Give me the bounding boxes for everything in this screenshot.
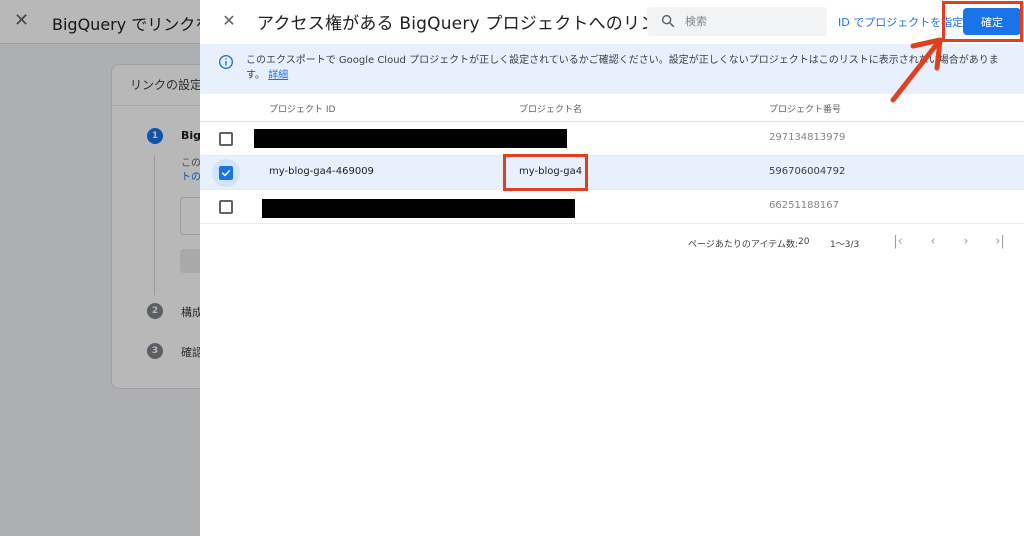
column-header-project-id[interactable]: プロジェクト ID bbox=[269, 102, 335, 115]
table-row[interactable]: my-blog-ga4-469009 my-blog-ga4 596706004… bbox=[200, 156, 1024, 190]
close-icon[interactable]: ✕ bbox=[219, 11, 239, 31]
annotation-highlight-project-name bbox=[503, 154, 588, 191]
search-icon bbox=[661, 14, 675, 28]
annotation-arrow-icon bbox=[890, 37, 943, 103]
column-header-project-name[interactable]: プロジェクト名 bbox=[519, 102, 582, 115]
project-number: 297134813979 bbox=[769, 132, 846, 143]
redacted-project-info bbox=[262, 199, 575, 218]
project-id: my-blog-ga4-469009 bbox=[269, 166, 374, 177]
next-page-icon[interactable]: › bbox=[958, 234, 974, 250]
dialog-title: アクセス権がある BigQuery プロジェクトへのリンク bbox=[257, 14, 675, 34]
page-range: 1〜3/3 bbox=[830, 240, 860, 250]
table-row[interactable]: 297134813979 bbox=[200, 122, 1024, 156]
project-number: 66251188167 bbox=[769, 200, 839, 211]
last-page-icon[interactable]: ›| bbox=[992, 234, 1008, 250]
previous-page-icon[interactable]: ‹ bbox=[925, 234, 941, 250]
items-per-page-label: ページあたりのアイテム数: bbox=[688, 240, 798, 250]
checkmark-icon bbox=[221, 169, 231, 177]
items-per-page-select[interactable]: 20 bbox=[798, 237, 809, 247]
first-page-icon[interactable]: |‹ bbox=[890, 234, 906, 250]
redacted-project-info bbox=[254, 129, 567, 148]
column-header-project-number[interactable]: プロジェクト番号 bbox=[769, 102, 841, 115]
row-checkbox[interactable] bbox=[219, 200, 233, 214]
row-checkbox[interactable] bbox=[219, 132, 233, 146]
search-input[interactable] bbox=[685, 12, 815, 31]
table-row[interactable]: 66251188167 bbox=[200, 190, 1024, 224]
search-box[interactable] bbox=[647, 7, 827, 36]
info-icon bbox=[219, 55, 233, 69]
row-checkbox[interactable] bbox=[219, 166, 233, 180]
project-number: 596706004792 bbox=[769, 166, 846, 177]
learn-more-link[interactable]: 詳細 bbox=[268, 70, 288, 81]
